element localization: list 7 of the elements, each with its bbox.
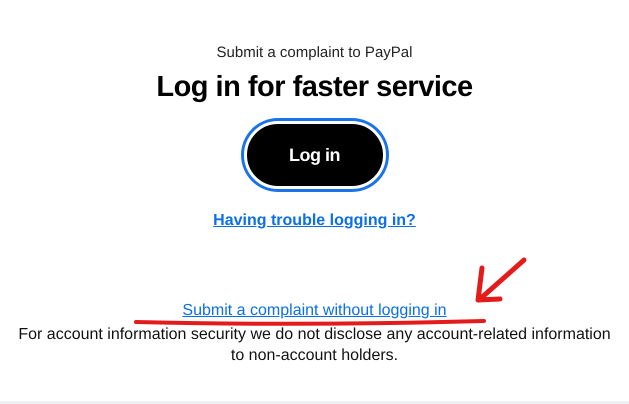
page-heading: Log in for faster service [156, 70, 473, 105]
login-button[interactable]: Log in [244, 121, 386, 189]
subtitle: Submit a complaint to PayPal [216, 43, 412, 63]
trouble-link[interactable]: Having trouble logging in? [213, 211, 416, 231]
annotation-arrow [476, 258, 526, 302]
security-notice: For account information security we do not disclose any account-related information to non-account holders. [17, 325, 612, 366]
complaint-link[interactable]: Submit a complaint without logging in [182, 301, 447, 321]
